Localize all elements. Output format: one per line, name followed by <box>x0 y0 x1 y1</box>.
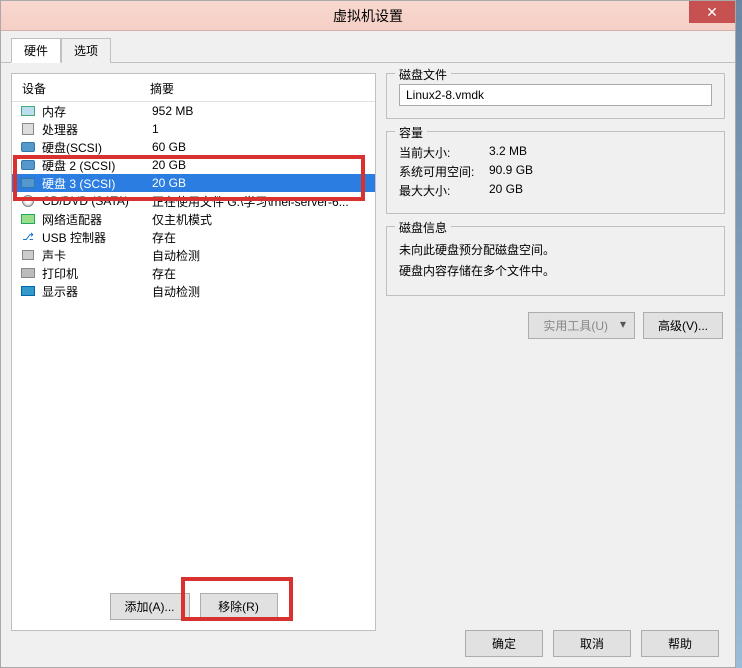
header-summary: 摘要 <box>150 80 375 97</box>
device-row[interactable]: 内存952 MB <box>12 102 375 120</box>
device-name: 显示器 <box>42 283 152 300</box>
cpu-icon <box>20 122 36 136</box>
capacity-group: 容量 当前大小: 3.2 MB 系统可用空间: 90.9 GB 最大大小: 20… <box>386 131 725 214</box>
device-name: 打印机 <box>42 265 152 282</box>
mem-icon <box>20 104 36 118</box>
free-space-value: 90.9 GB <box>489 163 712 180</box>
device-summary: 正在使用文件 G:\学习\rhel-server-6... <box>152 193 375 210</box>
device-summary: 60 GB <box>152 140 375 154</box>
cd-icon <box>20 194 36 208</box>
disk-file-group: 磁盘文件 <box>386 73 725 119</box>
prn-icon <box>20 266 36 280</box>
help-button[interactable]: 帮助 <box>641 630 719 657</box>
close-icon: ✕ <box>706 4 718 21</box>
device-summary: 1 <box>152 122 375 136</box>
device-summary: 存在 <box>152 265 375 282</box>
cancel-button[interactable]: 取消 <box>553 630 631 657</box>
disk-file-group-label: 磁盘文件 <box>395 66 451 83</box>
capacity-group-label: 容量 <box>395 124 427 141</box>
disk-info-line2: 硬盘内容存储在多个文件中。 <box>399 262 712 279</box>
device-summary: 自动检测 <box>152 283 375 300</box>
device-name: 声卡 <box>42 247 152 264</box>
device-summary: 存在 <box>152 229 375 246</box>
device-row[interactable]: 声卡自动检测 <box>12 246 375 264</box>
background-strip <box>736 0 742 668</box>
device-row[interactable]: 处理器1 <box>12 120 375 138</box>
add-button[interactable]: 添加(A)... <box>110 593 190 620</box>
window-title: 虚拟机设置 <box>333 6 403 26</box>
close-button[interactable]: ✕ <box>689 1 735 23</box>
max-size-value: 20 GB <box>489 182 712 199</box>
right-buttons: 实用工具(U) 高级(V)... <box>386 312 725 339</box>
hdd-icon <box>20 140 36 154</box>
device-list-header: 设备 摘要 <box>12 74 375 102</box>
device-summary: 自动检测 <box>152 247 375 264</box>
net-icon <box>20 212 36 226</box>
tab-options[interactable]: 选项 <box>61 38 111 63</box>
device-row[interactable]: ⎇ USB 控制器存在 <box>12 228 375 246</box>
disk-file-input[interactable] <box>399 84 712 106</box>
snd-icon <box>20 248 36 262</box>
remove-button[interactable]: 移除(R) <box>200 593 278 620</box>
utilities-button[interactable]: 实用工具(U) <box>528 312 635 339</box>
current-size-value: 3.2 MB <box>489 144 712 161</box>
header-device: 设备 <box>22 80 150 97</box>
device-name: 硬盘 3 (SCSI) <box>42 175 152 192</box>
free-space-label: 系统可用空间: <box>399 163 489 180</box>
hdd-icon <box>20 176 36 190</box>
device-summary: 仅主机模式 <box>152 211 375 228</box>
ok-button[interactable]: 确定 <box>465 630 543 657</box>
tabs: 硬件 选项 <box>1 31 735 63</box>
hdd-icon <box>20 158 36 172</box>
device-buttons: 添加(A)... 移除(R) <box>12 593 375 620</box>
footer-buttons: 确定 取消 帮助 <box>465 630 719 657</box>
body: 设备 摘要 内存952 MB处理器1硬盘(SCSI)60 GB硬盘 2 (SCS… <box>1 63 735 641</box>
device-name: 网络适配器 <box>42 211 152 228</box>
device-row[interactable]: 硬盘 3 (SCSI)20 GB <box>12 174 375 192</box>
disk-info-line1: 未向此硬盘预分配磁盘空间。 <box>399 241 712 258</box>
device-summary: 20 GB <box>152 176 375 190</box>
device-name: 内存 <box>42 103 152 120</box>
right-panel: 磁盘文件 容量 当前大小: 3.2 MB 系统可用空间: 90.9 GB 最大大… <box>386 73 725 631</box>
device-name: 硬盘 2 (SCSI) <box>42 157 152 174</box>
device-name: 硬盘(SCSI) <box>42 139 152 156</box>
device-list[interactable]: 内存952 MB处理器1硬盘(SCSI)60 GB硬盘 2 (SCSI)20 G… <box>12 102 375 630</box>
device-list-panel: 设备 摘要 内存952 MB处理器1硬盘(SCSI)60 GB硬盘 2 (SCS… <box>11 73 376 631</box>
current-size-label: 当前大小: <box>399 144 489 161</box>
device-row[interactable]: 网络适配器仅主机模式 <box>12 210 375 228</box>
vm-settings-window: 虚拟机设置 ✕ 硬件 选项 设备 摘要 内存952 MB处理器1硬盘(SCSI)… <box>0 0 736 668</box>
dsp-icon <box>20 284 36 298</box>
tab-hardware[interactable]: 硬件 <box>11 38 61 63</box>
device-row[interactable]: 显示器自动检测 <box>12 282 375 300</box>
device-name: CD/DVD (SATA) <box>42 194 152 208</box>
device-row[interactable]: 打印机存在 <box>12 264 375 282</box>
disk-info-group: 磁盘信息 未向此硬盘预分配磁盘空间。 硬盘内容存储在多个文件中。 <box>386 226 725 296</box>
device-row[interactable]: CD/DVD (SATA)正在使用文件 G:\学习\rhel-server-6.… <box>12 192 375 210</box>
usb-icon: ⎇ <box>20 230 36 244</box>
device-name: USB 控制器 <box>42 229 152 246</box>
max-size-label: 最大大小: <box>399 182 489 199</box>
titlebar: 虚拟机设置 ✕ <box>1 1 735 31</box>
advanced-button[interactable]: 高级(V)... <box>643 312 723 339</box>
device-row[interactable]: 硬盘 2 (SCSI)20 GB <box>12 156 375 174</box>
device-summary: 20 GB <box>152 158 375 172</box>
disk-info-group-label: 磁盘信息 <box>395 219 451 236</box>
device-summary: 952 MB <box>152 104 375 118</box>
device-row[interactable]: 硬盘(SCSI)60 GB <box>12 138 375 156</box>
device-name: 处理器 <box>42 121 152 138</box>
